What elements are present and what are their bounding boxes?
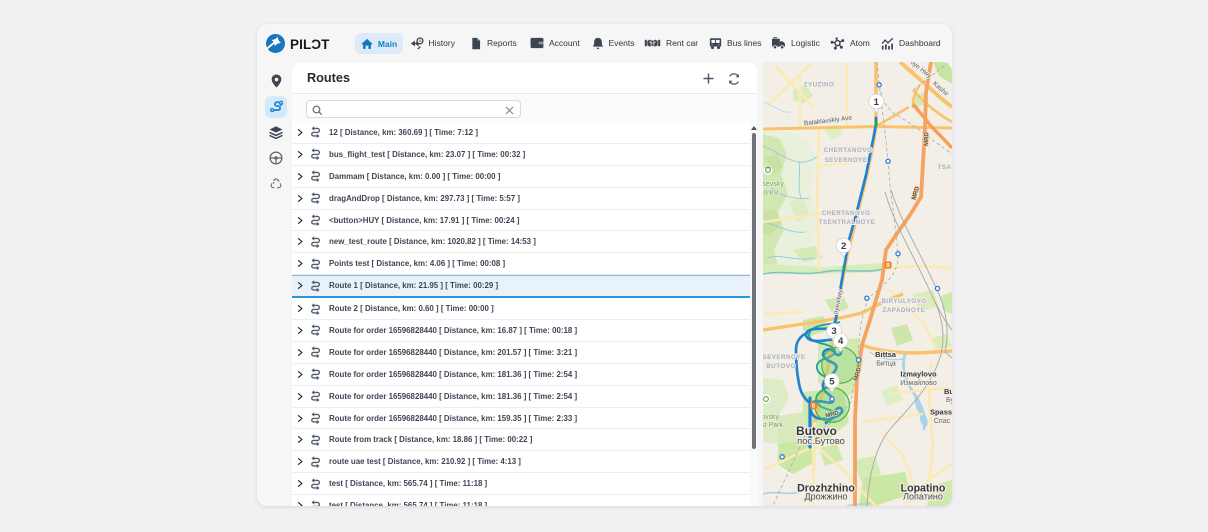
svg-text:CHERTANOVO: CHERTANOVO [824, 147, 873, 154]
svg-text:Spass: Spass [930, 408, 952, 417]
svg-text:sevsky: sevsky [763, 181, 784, 188]
svg-text:B: B [812, 404, 816, 410]
svg-text:TSAR: TSAR [938, 164, 952, 171]
svg-text:ovsky: ovsky [763, 414, 779, 421]
svg-text:orest: orest [763, 190, 779, 197]
svg-text:Bu: Bu [944, 387, 952, 396]
svg-text:Измайлово: Измайлово [900, 379, 937, 387]
svg-text:BUTOVO: BUTOVO [766, 363, 795, 370]
svg-text:Дрожжино: Дрожжино [804, 492, 847, 502]
svg-text:Лопатино: Лопатино [903, 492, 943, 502]
svg-text:4: 4 [838, 336, 844, 347]
svg-text:TSENTRALNOYE: TSENTRALNOYE [819, 219, 876, 226]
svg-text:Спас: Спас [934, 418, 951, 425]
svg-text:CHERTANOVO: CHERTANOVO [822, 210, 871, 217]
svg-text:5: 5 [829, 376, 835, 387]
svg-text:2: 2 [841, 241, 846, 252]
svg-text:SEVERNOYE: SEVERNOYE [763, 354, 806, 361]
svg-text:B: B [886, 263, 890, 269]
svg-text:ZAPADNOYE: ZAPADNOYE [883, 307, 926, 314]
svg-text:Izmaylovo: Izmaylovo [900, 370, 937, 379]
svg-text:1: 1 [874, 97, 880, 108]
svg-text:Bittsa: Bittsa [875, 350, 897, 359]
svg-text:пос.Бутово: пос.Бутово [797, 435, 845, 446]
svg-text:Битца: Битца [876, 361, 896, 368]
svg-text:BIRYULYOVO: BIRYULYOVO [881, 298, 926, 305]
svg-text:Бу: Бу [946, 397, 952, 404]
svg-text:SEVERNOYE: SEVERNOYE [824, 157, 867, 164]
svg-text:MRD: MRD [924, 131, 931, 146]
svg-text:st Park: st Park [763, 422, 783, 429]
svg-text:ZYUZINO: ZYUZINO [804, 82, 835, 89]
